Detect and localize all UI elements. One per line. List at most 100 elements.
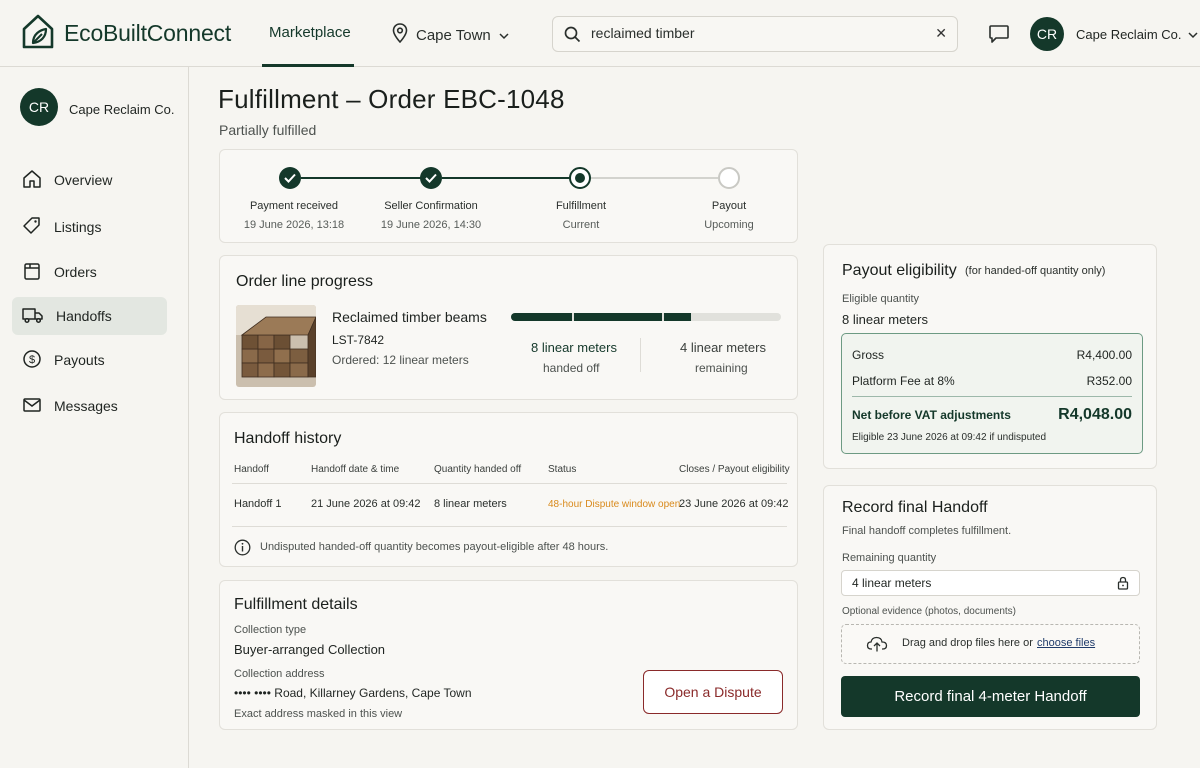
net-label: Net before VAT adjustments — [852, 408, 1011, 422]
search-input[interactable] — [591, 25, 921, 41]
remaining-value: 4 linear meters — [680, 340, 766, 355]
table-header: Handoff — [234, 464, 269, 475]
step-current-dot — [569, 167, 591, 189]
step-connector — [442, 177, 572, 179]
step-sub: Upcoming — [704, 219, 754, 231]
dollar-icon: $ — [22, 349, 42, 372]
clear-search-icon[interactable]: ✕ — [935, 25, 947, 42]
step-label: Payment received — [249, 200, 339, 212]
evidence-drop-zone[interactable]: Drag and drop files here or choose files — [841, 624, 1140, 664]
search-icon — [564, 26, 581, 48]
product-sku: LST-7842 — [332, 333, 385, 347]
info-icon — [234, 539, 251, 561]
step-label: Payout — [711, 200, 747, 212]
collection-address-label: Collection address — [234, 668, 325, 680]
chat-icon[interactable] — [988, 24, 1010, 49]
table-header: Quantity handed off — [434, 464, 522, 475]
fee-label: Platform Fee at 8% — [852, 374, 955, 388]
nav-marketplace[interactable]: Marketplace — [269, 24, 351, 41]
remaining-quantity-label: Remaining quantity — [842, 552, 937, 564]
drop-text: Drag and drop files here or — [902, 637, 1033, 649]
order-line-card: Order line progress Reclaimed timber bea… — [219, 255, 798, 400]
avatar-initials: CR — [28, 99, 50, 115]
step-sub: Current — [562, 219, 600, 231]
location-label: Cape Town — [416, 26, 491, 44]
payout-breakdown: Gross R4,400.00 Platform Fee at 8% R352.… — [841, 333, 1143, 454]
record-final-handoff-card: Record final Handoff Final handoff compl… — [823, 485, 1157, 730]
divider — [232, 526, 787, 527]
top-bar: EcoBuiltConnect Marketplace Cape Town ✕ … — [0, 0, 1200, 67]
card-title: Handoff history — [234, 430, 342, 447]
net-value: R4,048.00 — [1058, 406, 1132, 423]
step-label: Seller Confirmation — [384, 200, 478, 212]
table-header: Status — [548, 464, 577, 475]
fulfillment-details-card: Fulfillment details Collection type Buye… — [219, 580, 798, 730]
page-subtitle: Partially fulfilled — [219, 122, 317, 138]
sidebar-item-overview[interactable]: Overview — [12, 161, 167, 199]
payout-title-note: (for handed-off quantity only) — [965, 265, 1106, 277]
app-name: EcoBuiltConnect — [64, 20, 232, 46]
evidence-label: Optional evidence (photos, documents) — [842, 606, 1016, 617]
account-name: Cape Reclaim Co. — [1076, 27, 1182, 42]
svg-text:$: $ — [29, 354, 35, 366]
sidebar-item-label: Handoffs — [56, 308, 112, 324]
card-title: Fulfillment details — [234, 596, 358, 613]
step-connector — [301, 177, 431, 179]
card-title: Order line progress — [236, 273, 373, 290]
home-icon — [22, 169, 42, 192]
chevron-down-icon — [499, 27, 509, 44]
table-cell: Handoff 1 — [234, 498, 282, 510]
handed-off-label: handed off — [543, 361, 600, 375]
table-cell: 23 June 2026 at 09:42 — [679, 498, 789, 510]
remaining-label: remaining — [695, 361, 748, 375]
location-selector[interactable]: Cape Town — [392, 23, 509, 47]
handed-off-value: 8 linear meters — [531, 340, 617, 355]
gross-label: Gross — [852, 348, 885, 362]
collection-address-value: •••• •••• Road, Killarney Gardens, Cape … — [234, 686, 472, 700]
sidebar-avatar: CR — [20, 88, 58, 126]
tag-icon — [22, 216, 42, 239]
search-bar: ✕ — [552, 16, 958, 52]
progress-segment — [574, 313, 662, 321]
sidebar-item-label: Messages — [54, 398, 118, 414]
record-final-handoff-button[interactable]: Record final 4-meter Handoff — [841, 676, 1140, 717]
house-leaf-icon — [21, 13, 55, 54]
nav-active-indicator — [262, 64, 354, 67]
fulfillment-stepper: Payment received 19 June 2026, 13:18 Sel… — [219, 149, 798, 243]
lock-icon — [1117, 576, 1129, 595]
sidebar-item-payouts[interactable]: $ Payouts — [12, 341, 167, 379]
card-title: Record final Handoff — [842, 499, 988, 516]
sidebar-company-name: Cape Reclaim Co. — [69, 102, 175, 117]
table-cell: 21 June 2026 at 09:42 — [311, 498, 421, 510]
remaining-quantity-value: 4 linear meters — [852, 576, 932, 590]
avatar-initials: CR — [1036, 26, 1058, 42]
eligible-date-note: Eligible 23 June 2026 at 09:42 if undisp… — [852, 432, 1047, 443]
chevron-down-icon — [1187, 27, 1198, 42]
net-row: Net before VAT adjustments R4,048.00 — [852, 406, 1132, 424]
step-sub: 19 June 2026, 14:30 — [380, 219, 482, 231]
page-title: Fulfillment – Order EBC-1048 — [218, 84, 565, 114]
sidebar-item-orders[interactable]: Orders — [12, 253, 167, 291]
map-pin-icon — [392, 23, 408, 47]
open-dispute-button[interactable]: Open a Dispute — [643, 670, 783, 714]
app-logo[interactable]: EcoBuiltConnect — [21, 13, 231, 54]
timber-beams-image — [236, 305, 316, 387]
sidebar-item-listings[interactable]: Listings — [12, 208, 167, 246]
sidebar-item-messages[interactable]: Messages — [12, 387, 167, 425]
divider — [232, 483, 787, 484]
step-done-dot — [420, 167, 442, 189]
sidebar-item-label: Payouts — [54, 352, 105, 368]
product-name: Reclaimed timber beams — [332, 309, 487, 325]
check-icon — [284, 173, 296, 183]
upload-cloud-icon — [866, 635, 888, 658]
collection-type-label: Collection type — [234, 624, 307, 636]
sidebar-item-handoffs[interactable]: Handoffs — [12, 297, 167, 335]
truck-icon — [22, 306, 44, 327]
remaining-quantity-field[interactable]: 4 linear meters — [841, 570, 1140, 596]
step-sub: 19 June 2026, 13:18 — [243, 219, 345, 231]
choose-files-link[interactable]: choose files — [1037, 637, 1095, 649]
avatar[interactable]: CR — [1030, 17, 1064, 51]
divider — [640, 338, 641, 372]
sidebar-item-label: Orders — [54, 264, 97, 280]
account-menu[interactable]: Cape Reclaim Co. — [1076, 27, 1198, 42]
